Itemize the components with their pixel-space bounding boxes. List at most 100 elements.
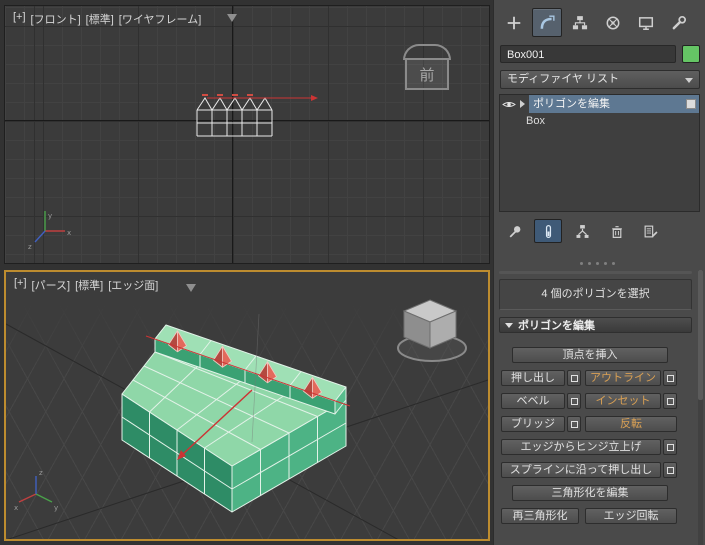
extrude-button[interactable]: 押し出し [501,370,565,386]
viewport-perspective[interactable]: x y z [+] [パース] [標準] [エッジ面] [4,270,490,541]
tab-create[interactable] [499,8,529,37]
outline-settings-button[interactable] [663,370,677,386]
modifier-stack: ポリゴンを編集 Box [499,94,700,212]
bevel-settings-button[interactable] [567,393,581,409]
test-tube-icon [545,224,551,238]
svg-text:z: z [39,469,43,477]
tab-hierarchy[interactable] [565,8,595,37]
viewport-menu-style[interactable]: [標準] [75,277,103,293]
hinge-settings-button[interactable] [663,439,677,455]
wrench-icon [672,15,687,29]
panel-splitter-handle[interactable] [580,262,583,265]
tab-modify[interactable] [532,8,562,37]
display-icon [638,16,654,30]
visibility-eye-icon[interactable] [500,100,518,109]
extrude-settings-button[interactable] [567,370,581,386]
hinge-from-edge-button[interactable]: エッジからヒンジ立上げ [501,439,661,455]
settings-icon [667,375,674,382]
rollout-title: ポリゴンを編集 [518,320,595,332]
object-color-swatch[interactable] [682,45,700,63]
stack-item-edit-poly[interactable]: ポリゴンを編集 [500,95,699,113]
viewport-menu-pov[interactable]: [パース] [32,277,71,293]
trash-icon [611,225,622,238]
turn-edge-button[interactable]: エッジ回転 [585,508,677,524]
edit-triangulation-button[interactable]: 三角形化を編集 [512,485,668,501]
svg-text:x: x [14,504,18,512]
bridge-settings-button[interactable] [567,416,581,432]
tab-motion[interactable] [598,8,628,37]
make-unique-icon [576,224,588,238]
inset-button[interactable]: インセット [585,393,661,409]
transform-gizmo-x-axis[interactable] [207,95,318,101]
panel-scrollbar[interactable] [698,270,703,545]
svg-text:y: y [48,212,52,220]
triangle-marker [186,284,196,292]
show-end-result-button[interactable] [534,219,562,243]
perspective-scene: x y z [6,299,488,539]
wireframe-object[interactable] [196,97,273,137]
chevron-down-icon [685,78,693,83]
command-panel-tabs [499,8,694,37]
motion-icon [606,16,620,29]
configure-icon [644,225,658,237]
triangle-marker [227,14,237,22]
make-unique-button[interactable] [568,219,596,243]
remove-modifier-button[interactable] [602,219,630,243]
settings-icon [571,421,578,428]
viewport-front[interactable]: x y z 前 [+] [フロント] [標準] [ワイヤフレーム] [4,5,490,264]
flip-button[interactable]: 反転 [585,416,677,432]
viewcube-front-face[interactable]: 前 [405,58,449,90]
viewcube-3d[interactable] [397,299,467,362]
settings-icon [667,467,674,474]
inset-settings-button[interactable] [663,393,677,409]
viewport-menu-pov[interactable]: [フロント] [31,11,81,27]
panel-scrollbar-thumb[interactable] [698,270,703,400]
world-axis-tripod: x y z [14,469,58,512]
subobject-level-icon[interactable] [686,99,696,109]
pin-stack-button[interactable] [500,219,528,243]
scene-object-box[interactable] [121,324,347,513]
object-name-field[interactable]: Box001 [500,45,676,63]
svg-text:y: y [54,504,58,512]
rollout-header-edit-polygons[interactable]: ポリゴンを編集 [499,317,692,333]
command-panel: Box001 モディファイヤ リスト ポリゴンを編集 Box 4 個のポリゴンを… [493,0,705,545]
viewcube-front-label: 前 [419,66,435,84]
selection-status: 4 個のポリゴンを選択 [499,279,692,310]
pin-icon [509,225,520,237]
settings-icon [667,398,674,405]
viewport-persp-labels: [+] [パース] [標準] [エッジ面] [14,277,158,293]
create-icon [507,16,521,29]
viewport-front-labels: [+] [フロント] [標準] [ワイヤフレーム] [13,11,201,27]
svg-text:x: x [67,229,71,237]
stack-toolbar [500,219,664,243]
viewport-menu-style[interactable]: [標準] [86,11,114,27]
configure-modifier-sets-button[interactable] [636,219,664,243]
bridge-button[interactable]: ブリッジ [501,416,565,432]
expand-arrow-icon[interactable] [520,100,525,108]
viewport-menu-shading[interactable]: [ワイヤフレーム] [119,11,201,27]
rollout-partial-edge [499,271,692,274]
tab-utilities[interactable] [664,8,694,37]
modifier-list-label: モディファイヤ リスト [507,73,619,85]
viewport-menu-shading[interactable]: [エッジ面] [108,277,158,293]
stack-item-label: ポリゴンを編集 [533,98,610,110]
settings-icon [667,444,674,451]
modifier-list-dropdown[interactable]: モディファイヤ リスト [500,70,700,89]
settings-icon [571,398,578,405]
3dsmax-window: x y z 前 [+] [フロント] [標準] [ワイヤフレーム] x y z … [0,0,705,545]
viewport-menu-general[interactable]: [+] [13,11,26,27]
hierarchy-icon [572,15,588,29]
bevel-button[interactable]: ベベル [501,393,565,409]
tab-display[interactable] [631,8,661,37]
world-axis-tripod: x y z [28,211,71,251]
extrude-along-spline-button[interactable]: スプラインに沿って押し出し [501,462,661,478]
svg-text:z: z [28,243,32,251]
insert-vertex-button[interactable]: 頂点を挿入 [512,347,668,363]
extrude-spline-settings-button[interactable] [663,462,677,478]
outline-button[interactable]: アウトライン [585,370,661,386]
viewport-menu-general[interactable]: [+] [14,277,27,293]
rollout-collapse-icon [505,322,513,328]
stack-item-box[interactable]: Box [500,113,699,130]
retriangulate-button[interactable]: 再三角形化 [501,508,579,524]
modify-icon [540,14,555,29]
